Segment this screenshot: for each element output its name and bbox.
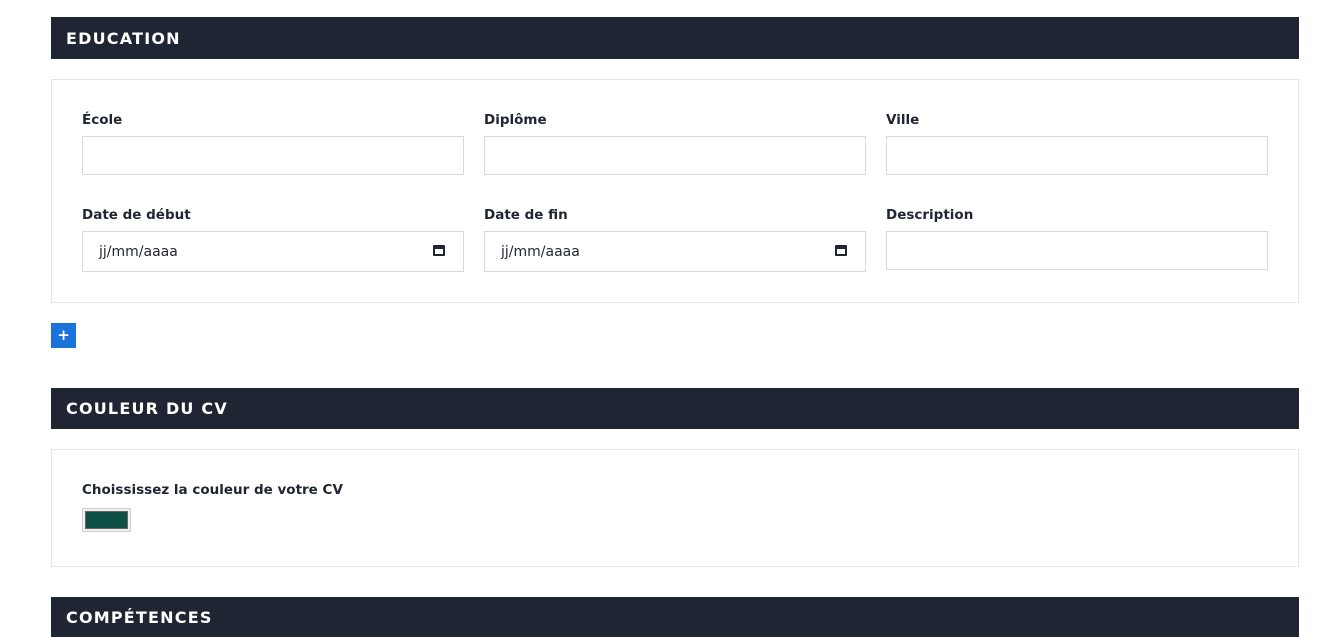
cv-color-label: Choississez la couleur de votre CV	[82, 482, 343, 498]
end-date-value: jj/mm/aaaa	[501, 243, 580, 260]
city-label: Ville	[886, 112, 920, 128]
end-date-label: Date de fin	[484, 207, 568, 223]
cv-color-picker[interactable]	[82, 508, 131, 532]
plus-icon: +	[57, 326, 70, 344]
description-input[interactable]	[886, 231, 1268, 270]
add-education-button[interactable]: +	[51, 323, 76, 348]
degree-label: Diplôme	[484, 112, 547, 128]
skills-section-title: COMPÉTENCES	[66, 607, 213, 627]
education-section-title: EDUCATION	[66, 28, 181, 48]
cv-color-card	[51, 449, 1299, 567]
school-input[interactable]	[82, 136, 464, 175]
start-date-label: Date de début	[82, 207, 191, 223]
cv-color-fill	[85, 511, 128, 529]
city-input[interactable]	[886, 136, 1268, 175]
start-date-input[interactable]: jj/mm/aaaa	[82, 231, 464, 272]
education-section-header: EDUCATION	[51, 17, 1299, 59]
calendar-icon[interactable]	[835, 245, 847, 256]
end-date-input[interactable]: jj/mm/aaaa	[484, 231, 866, 272]
cv-color-section-title: COULEUR DU CV	[66, 399, 228, 418]
cv-color-section-header: COULEUR DU CV	[51, 388, 1299, 429]
school-label: École	[82, 112, 123, 128]
start-date-value: jj/mm/aaaa	[99, 243, 178, 260]
cv-form-page: EDUCATION École Diplôme Ville Date de dé…	[0, 0, 1344, 637]
degree-input[interactable]	[484, 136, 866, 175]
calendar-icon[interactable]	[433, 245, 445, 256]
description-label: Description	[886, 207, 974, 223]
skills-section-header: COMPÉTENCES	[51, 597, 1299, 637]
